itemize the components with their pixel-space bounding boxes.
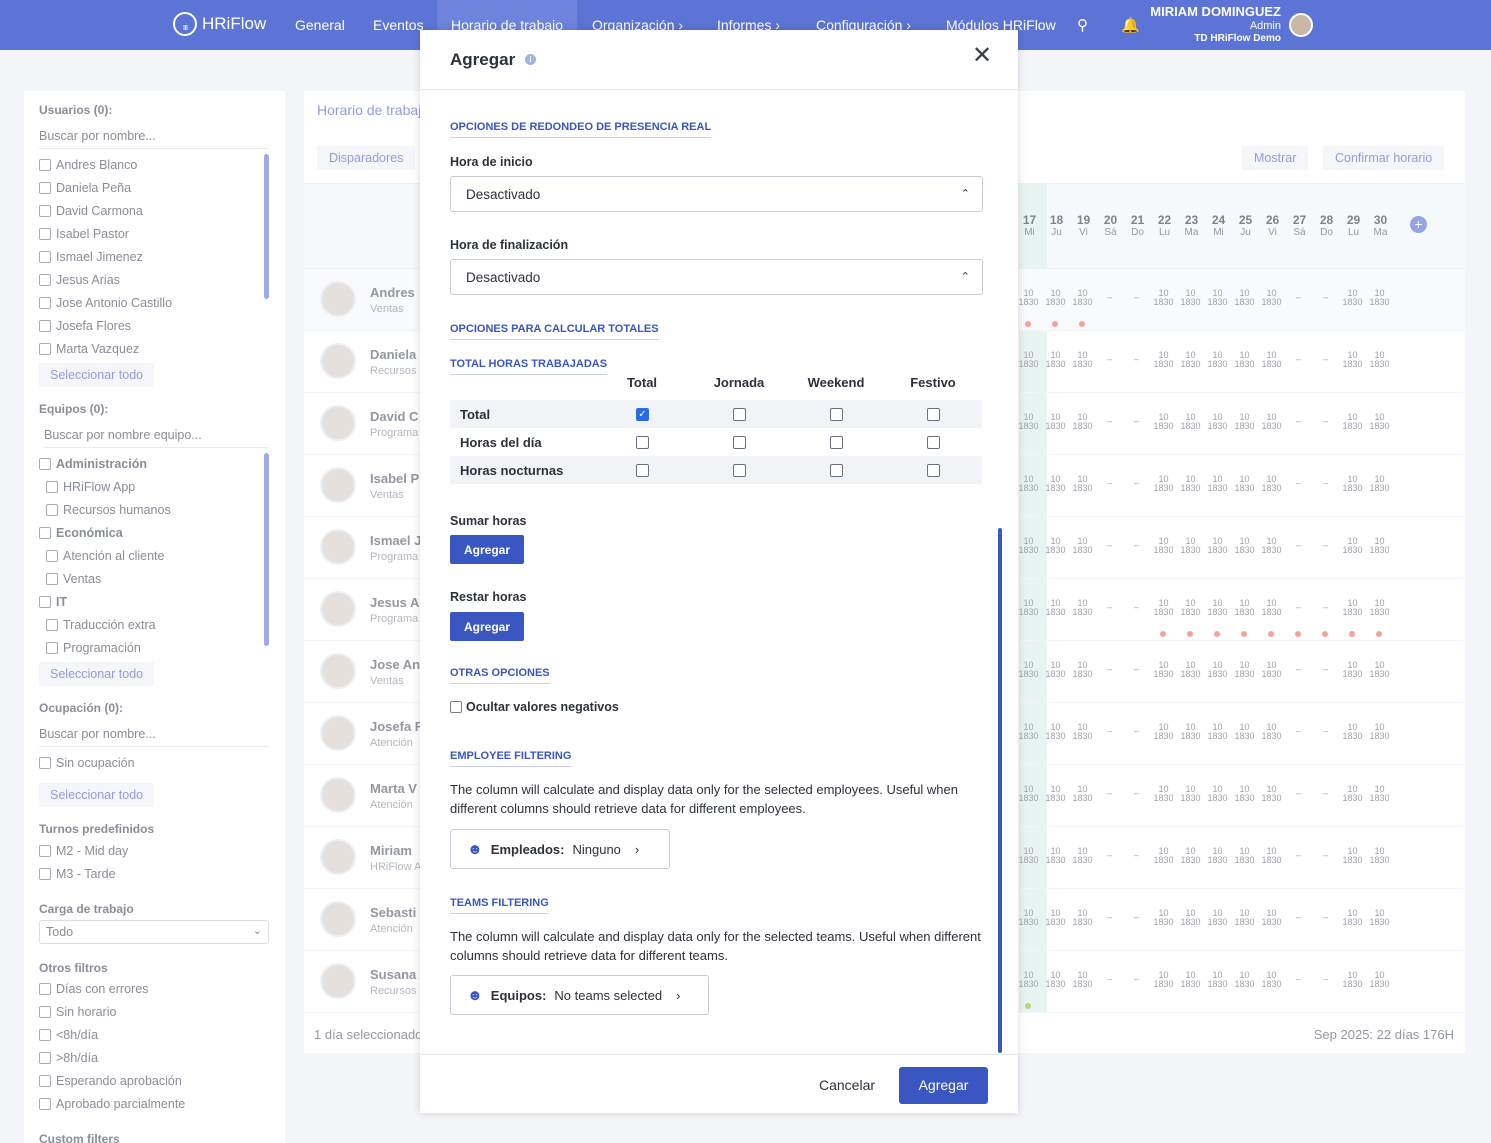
col-header-jornada: Jornada [713, 375, 765, 390]
users-icon: ☻ [467, 840, 483, 858]
teams-filtering-text: The column will calculate and display da… [450, 929, 981, 963]
col-header-total: Total [626, 375, 658, 390]
section-teams-filtering: TEAMS FILTERING [450, 897, 549, 914]
add-column-modal: Agregar i ✕ OPCIONES DE REDONDEO DE PRES… [420, 30, 1018, 1113]
sum-hours-label: Sumar horas [450, 514, 527, 528]
close-icon[interactable]: ✕ [972, 44, 992, 68]
user-company: TD HRiFlow Demo [1194, 32, 1281, 44]
totals-checkbox[interactable] [927, 464, 940, 477]
avatar[interactable] [1289, 13, 1313, 37]
info-icon[interactable]: i [525, 54, 536, 65]
modal-header: Agregar i ✕ [420, 30, 1018, 90]
totals-row-label: Horas del día [460, 435, 542, 450]
chevron-right-icon: › [676, 987, 681, 1003]
section-rounding: OPCIONES DE REDONDEO DE PRESENCIA REAL [450, 121, 712, 138]
modal-title: Agregar [450, 50, 516, 69]
modal-footer: Cancelar Agregar [420, 1054, 1018, 1113]
user-role: Admin [1249, 19, 1281, 32]
totals-row: Total ✓ [450, 400, 982, 428]
col-header-weekend: Weekend [807, 375, 865, 390]
start-time-select[interactable]: Desactivado ⌃ [450, 176, 983, 212]
section-employee-filtering: EMPLOYEE FILTERING [450, 750, 572, 767]
totals-checkbox[interactable] [636, 436, 649, 449]
logo-icon: ııı [173, 12, 197, 36]
hide-negative-checkbox[interactable]: Ocultar valores negativos [450, 700, 619, 714]
totals-row-label: Horas nocturnas [460, 463, 564, 478]
totals-checkbox[interactable] [927, 436, 940, 449]
team-icon: ☻ [467, 986, 483, 1004]
employees-filter-button[interactable]: ☻ Empleados: Ninguno › [450, 829, 670, 869]
add-subtract-hours-button[interactable]: Agregar [450, 612, 525, 641]
start-time-label: Hora de inicio [450, 155, 533, 169]
search-icon[interactable]: ⚲ [1077, 16, 1088, 34]
brand-name: HRiFlow [202, 14, 267, 33]
totals-checkbox[interactable] [830, 408, 843, 421]
cancel-button[interactable]: Cancelar [819, 1077, 875, 1093]
chevron-right-icon: › [634, 841, 640, 857]
totals-checkbox[interactable]: ✓ [636, 408, 649, 421]
section-hours-worked: TOTAL HORAS TRABAJADAS [450, 358, 608, 375]
totals-checkbox[interactable] [830, 436, 843, 449]
chevron-up-icon: ⌃ [960, 271, 970, 283]
totals-checkbox[interactable] [733, 464, 746, 477]
end-time-label: Hora de finalización [450, 238, 569, 252]
totals-checkbox[interactable] [733, 408, 746, 421]
totals-row: Horas nocturnas [450, 456, 982, 484]
employee-filtering-text: The column will calculate and display da… [450, 782, 958, 816]
brand-logo[interactable]: ııı HRiFlow [173, 12, 266, 36]
user-name: MIRIAM DOMINGUEZ [1150, 4, 1281, 19]
col-header-festivo: Festivo [910, 375, 956, 390]
cut-off-text [710, 84, 960, 90]
nav-item-eventos[interactable]: Eventos [373, 17, 424, 33]
submit-add-button[interactable]: Agregar [899, 1067, 988, 1104]
subtract-hours-label: Restar horas [450, 590, 527, 604]
totals-checkbox[interactable] [636, 464, 649, 477]
totals-row: Horas del día [450, 428, 982, 456]
teams-filter-button[interactable]: ☻ Equipos: No teams selected › [450, 975, 709, 1015]
totals-checkbox[interactable] [927, 408, 940, 421]
section-totals: OPCIONES PARA CALCULAR TOTALES [450, 323, 659, 340]
section-other-options: OTRAS OPCIONES [450, 667, 550, 684]
totals-row-label: Total [460, 407, 491, 422]
totals-checkbox[interactable] [733, 436, 746, 449]
totals-checkbox[interactable] [830, 464, 843, 477]
modal-scrollbar[interactable] [998, 528, 1002, 1053]
nav-item-general[interactable]: General [295, 17, 345, 33]
add-sum-hours-button[interactable]: Agregar [450, 535, 525, 564]
chevron-up-icon: ⌃ [960, 188, 970, 200]
bell-icon[interactable]: 🔔 [1121, 16, 1140, 34]
end-time-select[interactable]: Desactivado ⌃ [450, 259, 983, 295]
user-info[interactable]: MIRIAM DOMINGUEZ Admin TD HRiFlow Demo [1147, 4, 1281, 44]
